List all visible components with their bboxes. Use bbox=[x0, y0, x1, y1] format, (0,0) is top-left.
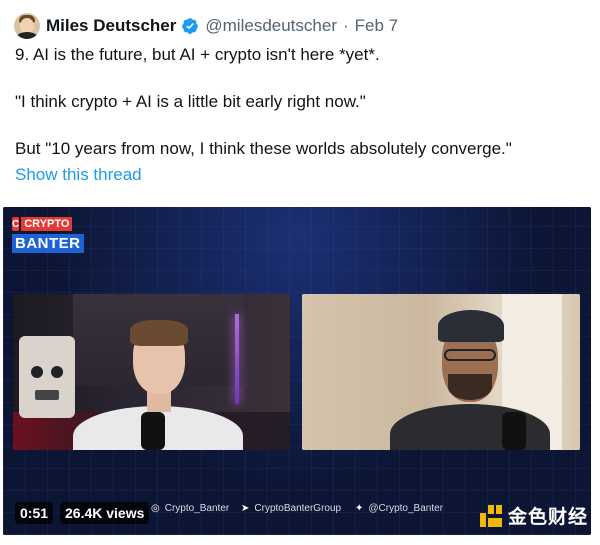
social-handle: Crypto_Banter bbox=[164, 503, 230, 514]
watermark-text: 金色财经 bbox=[508, 506, 589, 528]
social-handle: @Crypto_Banter bbox=[368, 503, 444, 514]
instagram-icon: ◎ bbox=[151, 503, 160, 514]
show-thread-link[interactable]: Show this thread bbox=[15, 165, 142, 185]
telegram-icon: ➤ bbox=[241, 503, 250, 514]
tweet-card: Miles Deutscher @milesdeutscher · Feb 7 … bbox=[0, 0, 600, 545]
video-guest-right bbox=[302, 294, 580, 450]
tweet-text-line-1: 9. AI is the future, but AI + crypto isn… bbox=[15, 45, 380, 64]
verified-badge-icon bbox=[182, 18, 199, 34]
tweet-date[interactable]: Feb 7 bbox=[355, 16, 398, 36]
skull-decor bbox=[19, 336, 75, 418]
video-views-badge: 26.4K views bbox=[60, 502, 150, 524]
video-player[interactable]: C CRYPTO BANTER ◎ Crypto_Banter ➤ Crypto… bbox=[3, 207, 591, 535]
social-telegram: ➤ CryptoBanterGroup bbox=[241, 503, 341, 514]
tweet-text-line-2: "I think crypto + AI is a little bit ear… bbox=[15, 92, 366, 111]
separator-dot: · bbox=[342, 16, 349, 35]
jinse-watermark: 金色财经 bbox=[480, 502, 588, 529]
social-instagram: ◎ Crypto_Banter bbox=[151, 503, 229, 514]
logo-text-bottom: BANTER bbox=[12, 234, 84, 253]
video-guest-left bbox=[13, 294, 290, 450]
video-duration-badge: 0:51 bbox=[15, 502, 54, 524]
logo-coin-icon: C bbox=[12, 217, 20, 231]
avatar[interactable] bbox=[14, 13, 40, 39]
social-twitter: ✦ @Crypto_Banter bbox=[355, 503, 443, 514]
microphone-icon bbox=[502, 412, 526, 450]
tweet-text-line-3: But "10 years from now, I think these wo… bbox=[15, 139, 512, 158]
author-handle[interactable]: @milesdeutscher bbox=[205, 16, 337, 36]
crypto-banter-logo: C CRYPTO BANTER bbox=[12, 216, 84, 253]
twitter-icon: ✦ bbox=[355, 503, 364, 514]
logo-text-top: CRYPTO bbox=[21, 217, 73, 231]
social-handle: CryptoBanterGroup bbox=[254, 503, 342, 514]
tweet-header: Miles Deutscher @milesdeutscher · Feb 7 bbox=[14, 12, 398, 40]
jinse-logo-icon bbox=[480, 504, 502, 527]
author-name[interactable]: Miles Deutscher bbox=[46, 16, 176, 36]
microphone-icon bbox=[141, 412, 165, 450]
